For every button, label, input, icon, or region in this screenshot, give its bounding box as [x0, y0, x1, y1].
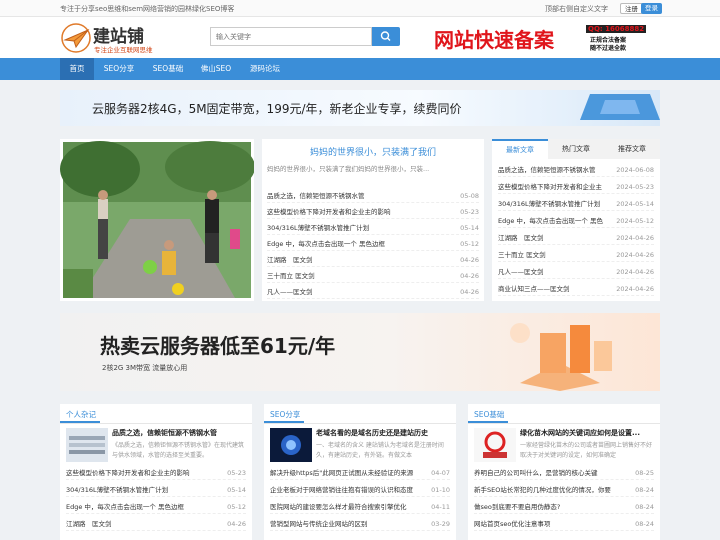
list-item[interactable]: 这些模型价格下降对开发者和企业主的影响 05-23 — [66, 466, 246, 480]
list-item[interactable]: 304/316L薄壁不锈钢水管推广计划 05-14 — [66, 483, 246, 497]
list-item[interactable]: 江湖路 匡文剑 2024-04-26 — [498, 231, 654, 245]
list-item[interactable]: 新手SEO站长常犯的几种过度优化的情况，你要 08-24 — [474, 483, 654, 497]
search-button[interactable] — [372, 27, 400, 46]
column-lead-desc: 一、老域名的含义 建站铺认为老域名是注册时间久，有建站历史，有外链。有做文本 — [316, 442, 444, 459]
hot-server-banner[interactable]: 热卖云服务器低至61元/年 2核2G 3M带宽 流量放心用 — [60, 313, 660, 391]
list-item[interactable]: 企业老板对于网络营销往往抱有错误的认识和态度 01-10 — [270, 483, 450, 497]
list-item[interactable]: 商业认知三点——匡文剑 2024-04-26 — [498, 282, 654, 296]
article-tabs: 最新文章 热门文章 推荐文章 — [492, 139, 660, 159]
list-item[interactable]: Edge 中，每次点击会出现一个 黑色边框 05-12 — [267, 237, 479, 251]
list-item[interactable]: Edge 中，每次点击会出现一个 黑色 2024-05-12 — [498, 214, 654, 228]
list-item[interactable]: 江湖路 匡文剑 04-26 — [267, 253, 479, 267]
column-header: 个人杂记 — [60, 404, 252, 424]
hot-server-banner-subtitle: 2核2G 3M带宽 流量放心用 — [102, 364, 188, 372]
list-item[interactable]: 江湖路 匡文剑 04-26 — [66, 517, 246, 531]
column-title[interactable]: SEO基础 — [474, 409, 504, 420]
tab-latest[interactable]: 最新文章 — [492, 139, 548, 159]
list-item[interactable]: 这些模型价格下降对开发者和企业主 2024-05-23 — [498, 180, 654, 194]
featured-news-panel: 妈妈的世界很小，只装满了我们 妈妈的世界很小，只装满了我们妈妈的世界很小，只装.… — [262, 139, 484, 301]
column-seo-basics: SEO基础 绿化苗木网站的关键词应如何是设置... 一家经营绿化苗木的公司或者苗… — [468, 404, 660, 540]
list-item[interactable]: 304/316L薄壁不锈钢水管推广计划 2024-05-14 — [498, 197, 654, 211]
steel-pipe-thumbnail[interactable] — [66, 428, 108, 462]
site-logo[interactable]: 建站铺 专注企业互联网思维 — [60, 22, 180, 54]
column-personal-notes: 个人杂记 品质之选，信赖钜恒源不锈钢水管 《品质之选，信赖钜恒源不锈钢水管》在现… — [60, 404, 252, 540]
list-item[interactable]: 三十而立 匡文剑 04-26 — [267, 269, 479, 283]
column-seo-share: SEO分享 老域名看的是域名历史还是建站历史 一、老域名的含义 建站铺认为老域名… — [264, 404, 456, 540]
search-box — [210, 27, 400, 46]
logo-subtitle: 专注企业互联网思维 — [94, 46, 153, 54]
tab-popular[interactable]: 热门文章 — [548, 139, 604, 159]
header-ad-line2: 随不过退全款 — [590, 45, 627, 52]
main-nav: 首页 SEO分享 SEO基础 佛山SEO 源码论坛 — [0, 58, 720, 80]
list-item[interactable]: 养明自己的公司叫什么，是营销的核心关键 08-25 — [474, 466, 654, 480]
domain-thumbnail[interactable] — [270, 428, 312, 462]
nav-item-foshan-seo[interactable]: 佛山SEO — [194, 58, 238, 80]
column-lead-title[interactable]: 绿化苗木网站的关键词应如何是设置... — [520, 428, 656, 438]
cloud-server-banner-text: 云服务器2核4G，5M固定带宽，199元/年，新老企业专享，续费同价 — [92, 102, 462, 116]
nav-item-source-forum[interactable]: 源码论坛 — [242, 58, 288, 80]
list-item[interactable]: 品质之选，信赖钜恒源不锈钢水管 2024-06-08 — [498, 163, 654, 177]
register-button[interactable]: 注册 — [620, 3, 643, 14]
search-input[interactable] — [210, 27, 372, 46]
header-ad-qq: QQ: 16068882 — [586, 25, 647, 33]
list-item[interactable]: Edge 中，每次点击会出现一个 黑色边框 05-12 — [66, 500, 246, 514]
tab-recommended[interactable]: 推荐文章 — [604, 139, 660, 159]
column-header: SEO分享 — [264, 404, 456, 424]
featured-photo[interactable] — [60, 139, 255, 301]
list-item[interactable]: 做seo到底要不要启用伪静态? 08-24 — [474, 500, 654, 514]
nursery-thumbnail[interactable] — [474, 428, 516, 462]
family-photo-image — [60, 141, 255, 298]
cloud-cube-illustration — [580, 94, 660, 120]
server-blocks-illustration — [510, 323, 612, 391]
top-bar: 专注于分享seo思维和sem网络营销的园林绿化SEO博客 顶部右侧自定义文字 注… — [0, 0, 720, 17]
search-icon — [380, 31, 391, 41]
list-item[interactable]: 解决升级https后"此网页正试图从未经验证的来源 04-07 — [270, 466, 450, 480]
nav-item-seo-share[interactable]: SEO分享 — [96, 58, 142, 80]
column-lead-title[interactable]: 品质之选，信赖钜恒源不锈钢水管 — [112, 428, 248, 438]
featured-news-desc: 妈妈的世界很小，只装满了我们妈妈的世界很小，只装... — [267, 165, 430, 173]
list-item[interactable]: 营销型网站与传统企业网站的区别 03-29 — [270, 517, 450, 531]
top-bar-slogan: 专注于分享seo思维和sem网络营销的园林绿化SEO博客 — [60, 5, 235, 13]
column-lead-desc: 《品质之选，信赖钜恒源不锈钢水管》在现代建筑与供水领域，水管的选择至关重要。 — [112, 442, 245, 459]
header-ad-title: 网站快速备案 — [434, 28, 554, 52]
list-item[interactable]: 凡人——匡文剑 2024-04-26 — [498, 265, 654, 279]
column-title[interactable]: 个人杂记 — [66, 409, 96, 420]
hot-server-banner-title: 热卖云服务器低至61元/年 — [100, 334, 336, 358]
header: 建站铺 专注企业互联网思维 网站快速备案 QQ: 16068882 正规合法备案… — [0, 17, 720, 58]
header-ad-banner[interactable]: 网站快速备案 QQ: 16068882 正规合法备案 随不过退全款 — [434, 24, 660, 52]
column-lead-title[interactable]: 老域名看的是域名历史还是建站历史 — [316, 428, 452, 438]
list-item[interactable]: 304/316L薄壁不锈钢水管推广计划 05-14 — [267, 221, 479, 235]
login-button[interactable]: 登录 — [641, 3, 662, 14]
list-item[interactable]: 网站首页seo优化注意事项 08-24 — [474, 517, 654, 531]
featured-news-title[interactable]: 妈妈的世界很小，只装满了我们 — [262, 145, 484, 158]
cloud-server-banner[interactable]: 云服务器2核4G，5M固定带宽，199元/年，新老企业专享，续费同价 — [60, 90, 660, 126]
column-title[interactable]: SEO分享 — [270, 409, 300, 420]
list-item[interactable]: 医院网站的建设要怎么样才最符合搜索引擎优化 04-11 — [270, 500, 450, 514]
nav-item-home[interactable]: 首页 — [60, 58, 94, 80]
list-item[interactable]: 凡人——匡文剑 04-26 — [267, 285, 479, 299]
list-item[interactable]: 这些模型价格下降对开发者和企业主的影响 05-23 — [267, 205, 479, 219]
top-bar-custom-text: 顶部右侧自定义文字 — [545, 5, 608, 13]
paper-plane-icon — [61, 23, 91, 53]
list-item[interactable]: 品质之选，信赖钜恒源不锈钢水管 05-08 — [267, 189, 479, 203]
article-tabs-panel: 最新文章 热门文章 推荐文章 品质之选，信赖钜恒源不锈钢水管 2024-06-08… — [492, 139, 660, 301]
list-item[interactable]: 三十而立 匡文剑 2024-04-26 — [498, 248, 654, 262]
column-header: SEO基础 — [468, 404, 660, 424]
nav-item-seo-basics[interactable]: SEO基础 — [145, 58, 191, 80]
column-lead-desc: 一家经营绿化苗木的公司或者苗圃网上销售好不好取决于对关键词的设定，如何准确定 — [520, 442, 653, 459]
